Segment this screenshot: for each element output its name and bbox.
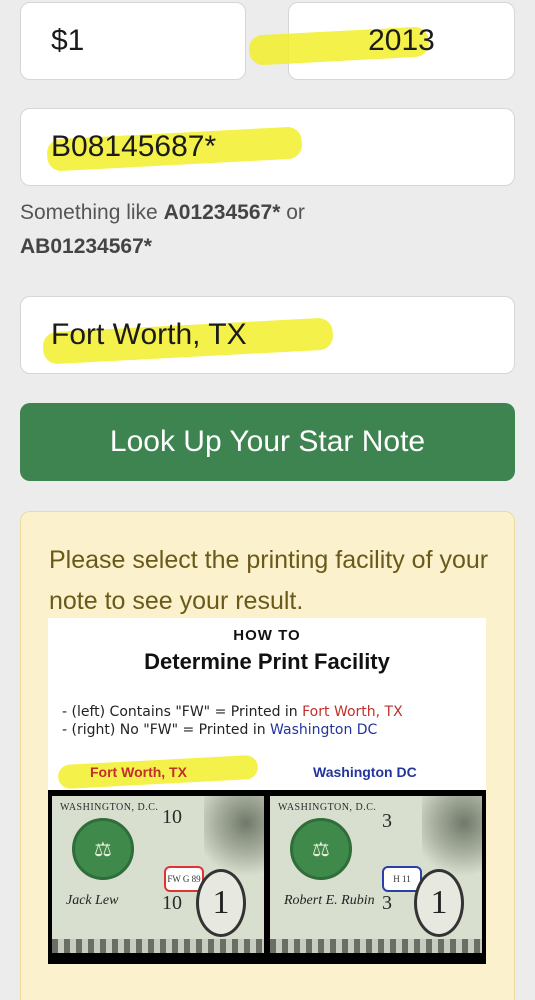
year-value: 2013 [368,24,435,57]
bill-signature: Jack Lew [66,893,119,908]
guide-line-left-place: Fort Worth, TX [302,704,403,720]
result-message: Please select the printing facility of y… [49,546,489,615]
location-field[interactable]: Fort Worth, TX [20,296,515,374]
fort-worth-label: Fort Worth, TX [90,764,187,780]
bill-comparison: WASHINGTON, D.C. 10 ⚖ FW G 89 10 Jack Le… [48,790,486,964]
print-facility-guide-image: HOW TO Determine Print Facility - (left)… [48,618,486,964]
guide-line-right-place: Washington DC [270,722,378,738]
year-field[interactable]: 2013 [248,2,515,80]
guide-line-left-text: - (left) Contains "FW" = Printed in [62,704,298,720]
guide-title: Determine Print Facility [144,649,390,674]
bill-number-bottom: 3 [382,892,392,914]
bill-denomination: 1 [196,869,246,937]
fort-worth-bill: WASHINGTON, D.C. 10 ⚖ FW G 89 10 Jack Le… [52,796,264,953]
washington-bill: WASHINGTON, D.C. 3 ⚖ H 11 3 Robert E. Ru… [270,796,482,953]
serial-hint: Something like A01234567* or AB01234567* [20,196,440,264]
hint-example-1: A01234567* [163,201,281,224]
bill-number-top: 3 [382,810,392,832]
guide-line-right: - (right) No "FW" = Printed in Washingto… [62,722,377,738]
treasury-seal-icon: ⚖ [72,818,134,880]
serial-number-field[interactable]: B08145687* [20,108,515,186]
hint-prefix: Something like [20,201,158,224]
hint-or: or [286,201,305,224]
guide-line-right-text: - (right) No "FW" = Printed in [62,722,266,738]
washington-label: Washington DC [313,764,417,780]
denomination-field[interactable]: $1 [20,2,246,80]
guide-line-left: - (left) Contains "FW" = Printed in Fort… [62,704,403,720]
location-value: Fort Worth, TX [51,318,247,351]
look-up-star-note-button[interactable]: Look Up Your Star Note [20,403,515,481]
hint-example-2: AB01234567* [20,235,152,258]
bill-number-top: 10 [162,806,182,828]
bill-number-bottom: 10 [162,892,182,914]
bill-signature: Robert E. Rubin [284,893,375,908]
guide-title-small: HOW TO [233,627,301,644]
bill-denomination: 1 [414,869,464,937]
bill-border [270,939,482,953]
treasury-seal-icon: ⚖ [290,818,352,880]
bill-border [52,939,264,953]
denomination-value: $1 [51,24,85,57]
serial-value: B08145687* [51,130,217,163]
bill-city: WASHINGTON, D.C. [278,802,377,813]
bill-city: WASHINGTON, D.C. [60,802,159,813]
